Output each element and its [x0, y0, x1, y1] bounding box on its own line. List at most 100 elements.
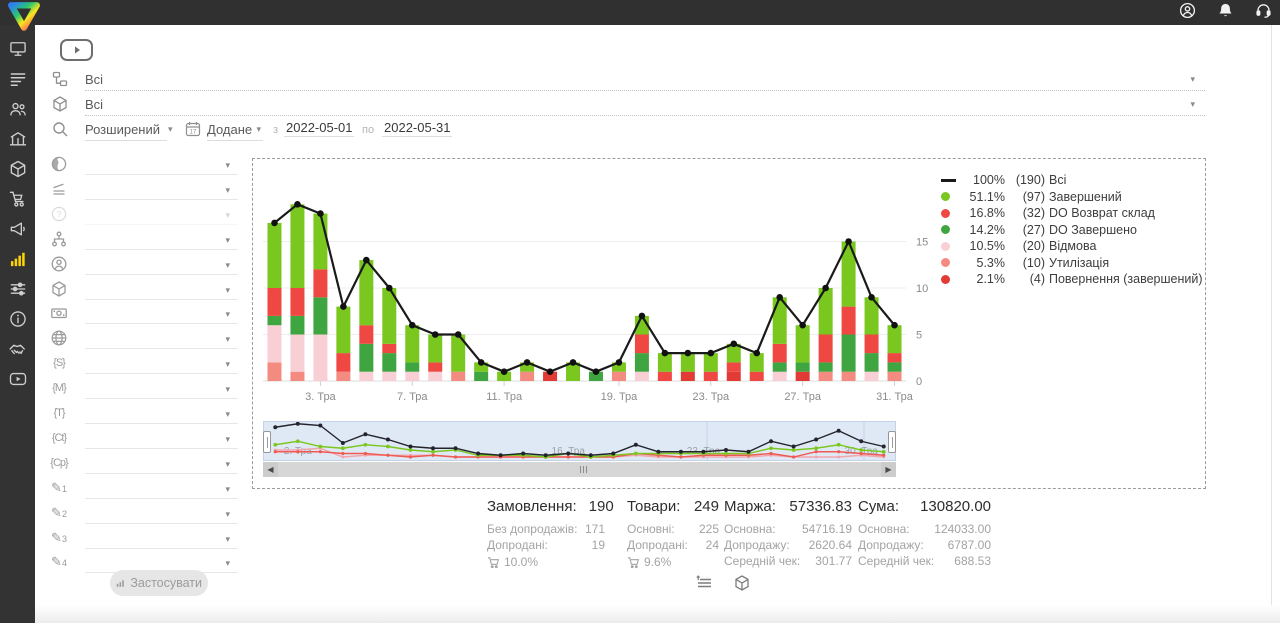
legend-item[interactable]: 10.5%(20)Відмова — [941, 238, 1203, 255]
sidebar-item-warehouse[interactable] — [0, 126, 35, 152]
user-icon[interactable] — [1179, 2, 1196, 19]
filter-select-field-m[interactable] — [85, 377, 238, 399]
legend-dot-marker — [941, 258, 950, 267]
chevron-down-icon: ▾ — [225, 535, 230, 544]
calendar-icon: 17 — [185, 121, 201, 137]
filter-select-manager[interactable] — [85, 253, 238, 275]
search-mode-value: Розширений — [85, 122, 160, 137]
product-filter-select[interactable]: Всі ▾ — [85, 93, 1205, 116]
stat-sub-value: 225 — [699, 522, 719, 538]
filter-select-field-t[interactable] — [85, 402, 238, 424]
apply-button[interactable]: Застосувати — [110, 570, 208, 596]
headset-icon[interactable] — [1255, 2, 1272, 19]
minimap-left-handle[interactable] — [263, 431, 271, 453]
minimap-right-handle[interactable] — [888, 431, 896, 453]
sidebar-item-customers[interactable] — [0, 96, 35, 122]
minimap-scrollbar[interactable]: ◀ ▶ — [263, 462, 896, 477]
filter-select-source[interactable] — [85, 178, 238, 200]
filter-row-site: ▾ — [45, 327, 240, 351]
topbar-actions — [1179, 2, 1272, 19]
stat-sub-label: Основні: — [627, 522, 675, 538]
stat-sub-label: Основна: — [858, 522, 910, 538]
chevron-down-icon: ▾ — [225, 559, 230, 568]
filter-select-field-cp[interactable] — [85, 452, 238, 474]
sidebar-item-products[interactable] — [0, 156, 35, 182]
date-to-input[interactable] — [382, 119, 452, 137]
filter-select-field-ct[interactable] — [85, 427, 238, 449]
filter-select-payment[interactable] — [85, 302, 238, 324]
product-filter-value: Всі — [85, 97, 103, 112]
stat-sub-label: Допродані: — [487, 538, 548, 554]
legend-item[interactable]: 16.8%(32)DO Возврат склад — [941, 205, 1203, 222]
sidebar-item-dashboard[interactable] — [0, 36, 35, 62]
chevron-down-icon: ▾ — [225, 286, 230, 295]
filter-row-manager: ▾ — [45, 253, 240, 277]
filter-select-note-1[interactable] — [85, 477, 238, 499]
stat-column-4: Сума:130820.00Основна:124033.00Допродажу… — [858, 498, 991, 570]
filter-select-product-filter[interactable] — [85, 278, 238, 300]
filter-select-site[interactable] — [85, 327, 238, 349]
legend-percent: 100% — [963, 173, 1009, 187]
filter-row-help: ?▾ — [45, 203, 240, 227]
apply-button-label: Застосувати — [130, 576, 202, 590]
legend-item[interactable]: 2.1%(4)Повернення (завершений) — [941, 271, 1203, 288]
search-mode-select[interactable]: Розширений ▾ — [85, 119, 167, 141]
chart-icon — [116, 577, 125, 589]
stat-sub-value: 301.77 — [815, 554, 852, 570]
sidebar-item-info[interactable] — [0, 306, 35, 332]
product-box-icon — [51, 95, 69, 113]
date-field-select[interactable]: Додане ▾ — [207, 119, 263, 141]
products-view-button[interactable] — [733, 574, 751, 592]
note-2-icon: ✎2 — [50, 504, 68, 522]
legend-label: Повернення (завершений) — [1049, 272, 1203, 286]
filter-select-note-2[interactable] — [85, 502, 238, 524]
legend-label: Завершений — [1049, 190, 1203, 204]
svg-text:27. Тра: 27. Тра — [784, 391, 822, 403]
filter-row-field-ct: {Ct}▾ — [45, 427, 240, 451]
legend-line-marker — [941, 179, 956, 182]
scroll-left-icon[interactable]: ◀ — [263, 462, 278, 477]
svg-text:15: 15 — [916, 237, 928, 249]
stat-sub-value: 171 — [585, 522, 605, 538]
stat-footer-value: 9.6% — [644, 555, 671, 569]
bell-icon[interactable] — [1217, 2, 1234, 19]
legend-item[interactable]: 51.1%(97)Завершений — [941, 189, 1203, 206]
sidebar-item-settings[interactable] — [0, 276, 35, 302]
filter-select-funnel[interactable] — [85, 228, 238, 250]
date-from-input[interactable] — [284, 119, 354, 137]
stat-title: Маржа: — [724, 498, 776, 515]
legend-count: (27) — [1009, 223, 1049, 237]
sidebar-item-partners[interactable] — [0, 336, 35, 362]
date-to-label: по — [362, 124, 374, 136]
sidebar-item-marketing[interactable] — [0, 216, 35, 242]
app-logo-icon[interactable] — [7, 1, 41, 24]
filter-select-field-s[interactable] — [85, 352, 238, 374]
chevron-down-icon: ▾ — [225, 186, 230, 195]
sidebar-item-orders[interactable] — [0, 66, 35, 92]
chart-minimap[interactable]: 2. Тра16. Тра23. Тра30. Тра — [263, 421, 896, 461]
manager-icon — [50, 255, 68, 273]
search-icon — [51, 120, 69, 138]
legend-item[interactable]: 5.3%(10)Утилізація — [941, 255, 1203, 272]
stat-sub-label: Середній чек: — [724, 554, 800, 570]
sidebar-item-supply[interactable] — [0, 186, 35, 212]
legend-item[interactable]: 100%(190)Всі — [941, 172, 1203, 189]
chevron-down-icon: ▾ — [225, 161, 230, 170]
statuses-view-button[interactable] — [695, 574, 713, 592]
filter-row-funnel: ▾ — [45, 228, 240, 252]
sidebar-item-analytics[interactable] — [0, 246, 35, 272]
scrollbar-thumb[interactable] — [278, 462, 881, 477]
filter-select-region[interactable] — [85, 153, 238, 175]
group-filter-select[interactable]: Всі ▾ — [85, 68, 1205, 91]
svg-text:10: 10 — [916, 283, 928, 295]
sidebar-item-video-lessons[interactable] — [0, 366, 35, 392]
legend-count: (20) — [1009, 239, 1049, 253]
svg-text:31. Тра: 31. Тра — [876, 391, 914, 403]
group-filter-value: Всі — [85, 72, 103, 87]
stat-sub-value: 688.53 — [954, 554, 991, 570]
scroll-right-icon[interactable]: ▶ — [881, 462, 896, 477]
legend-item[interactable]: 14.2%(27)DO Завершено — [941, 222, 1203, 239]
video-tutorial-button[interactable] — [60, 39, 93, 61]
filter-select-note-3[interactable] — [85, 527, 238, 549]
chevron-down-icon: ▾ — [225, 261, 230, 270]
